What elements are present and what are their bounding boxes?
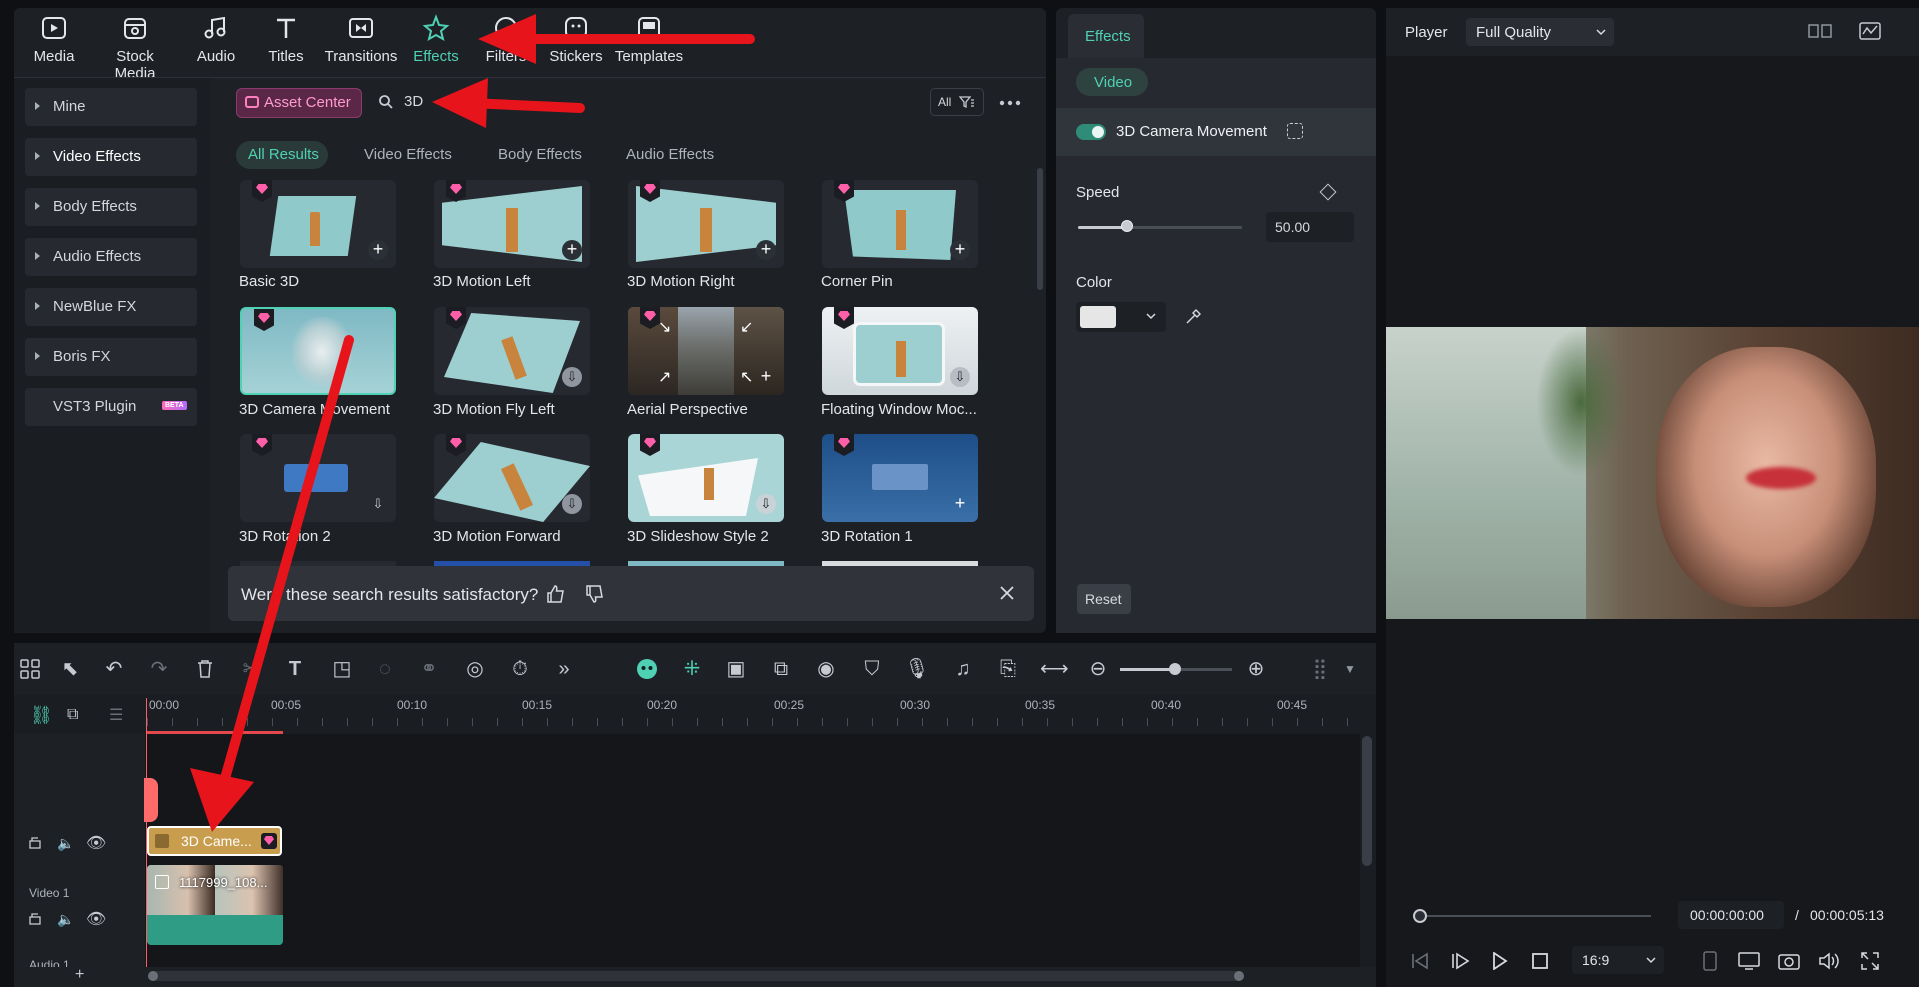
annotation-arrows: [190, 14, 755, 832]
annotation-arrow-drag: [219, 335, 354, 787]
annotation-arrowhead-drag: [190, 768, 254, 832]
annotation-arrowhead-effects: [478, 14, 536, 64]
annotation-arrowhead-search: [432, 78, 488, 128]
